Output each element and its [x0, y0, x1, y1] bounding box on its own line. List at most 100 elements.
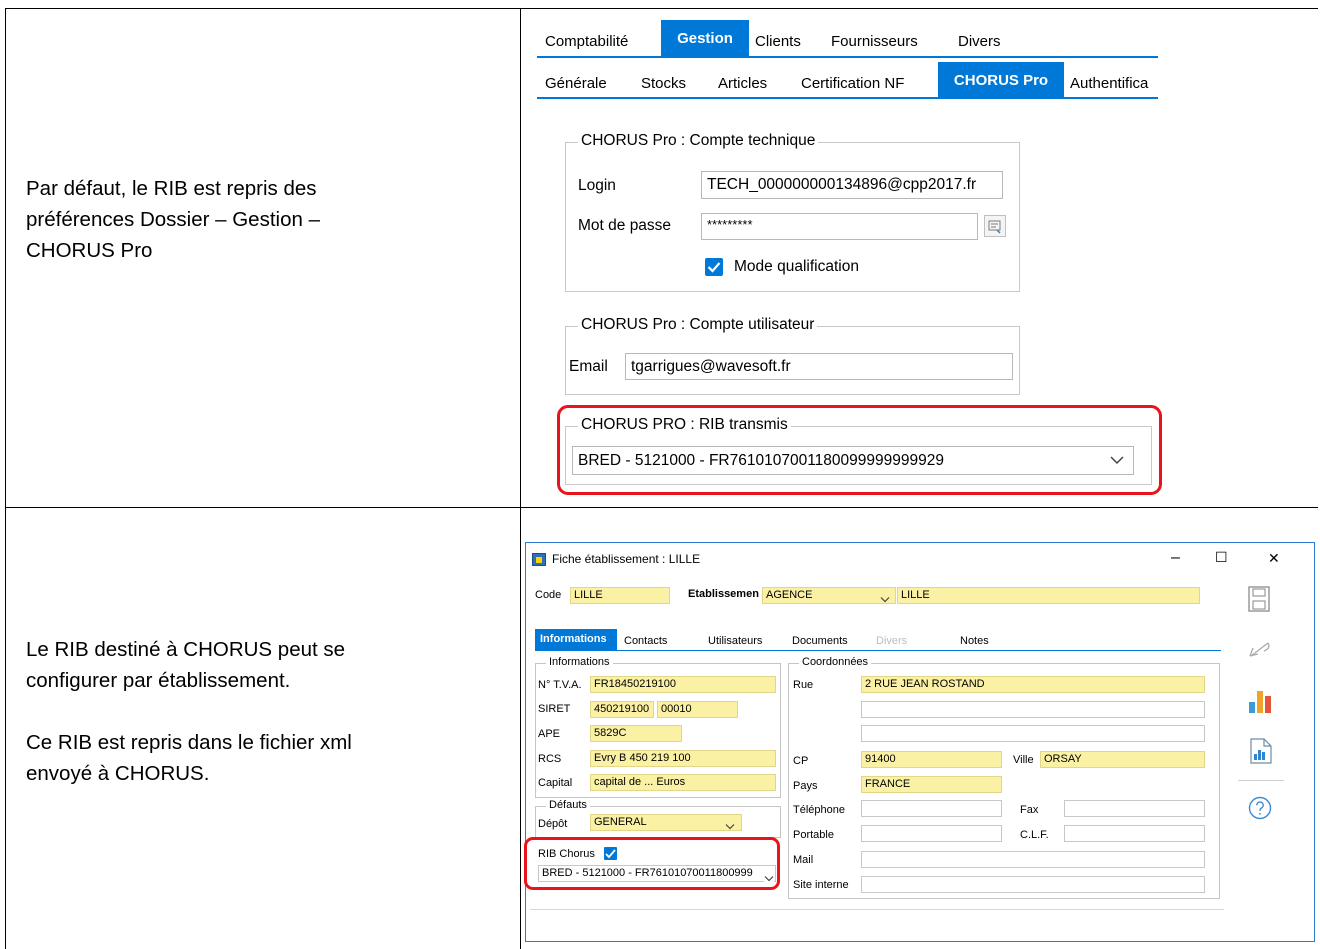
code-field[interactable]: LILLE — [570, 587, 670, 604]
minimize-button[interactable]: – — [1171, 549, 1180, 567]
capital-field[interactable]: capital de ... Euros — [590, 774, 776, 791]
window-title: Fiche établissement : LILLE — [552, 552, 701, 566]
coordonnees-title: Coordonnées — [799, 656, 872, 668]
row2-line-4: envoyé à CHORUS. — [26, 762, 210, 785]
ville-label: Ville — [1013, 754, 1034, 766]
password-label: Mot de passe — [578, 217, 672, 234]
ape-field[interactable]: 5829C — [590, 725, 682, 742]
etablissement-name-field[interactable]: LILLE — [897, 587, 1200, 604]
siret-field-2[interactable]: 00010 — [657, 701, 738, 718]
site-interne-field[interactable] — [861, 876, 1205, 893]
report-button[interactable] — [1250, 738, 1272, 769]
tab-certification-nf[interactable]: Certification NF — [801, 75, 904, 92]
rue-field-1[interactable]: 2 RUE JEAN ROSTAND — [861, 676, 1205, 693]
save-icon — [1248, 586, 1270, 612]
qualification-label: Mode qualification — [734, 258, 859, 275]
cp-field[interactable]: 91400 — [861, 751, 1002, 768]
rue-label: Rue — [793, 679, 814, 691]
email-field[interactable]: tgarrigues@wavesoft.fr — [625, 353, 1013, 380]
tab-informations[interactable]: Informations — [535, 629, 617, 651]
tab-gestion[interactable]: Gestion — [661, 20, 749, 56]
row1-line-3: CHORUS Pro — [26, 239, 153, 262]
fax-field[interactable] — [1064, 800, 1205, 817]
help-button[interactable] — [1248, 796, 1272, 825]
ape-label: APE — [538, 728, 561, 740]
tab-chorus-pro[interactable]: CHORUS Pro — [938, 62, 1064, 98]
clf-label: C.L.F. — [1020, 829, 1049, 841]
portable-field[interactable] — [861, 825, 1002, 842]
save-button[interactable] — [1248, 586, 1270, 617]
row1-line-2: préférences Dossier – Gestion – — [26, 208, 320, 231]
tab-generale[interactable]: Générale — [545, 75, 607, 92]
tab-divers[interactable]: Divers — [958, 33, 1001, 50]
email-label: Email — [569, 358, 608, 375]
row2-description: Le RIB destiné à CHORUS peut se configur… — [26, 634, 352, 789]
tab-articles[interactable]: Articles — [718, 75, 767, 92]
depot-label: Dépôt — [538, 818, 568, 830]
tab-authentification[interactable]: Authentifica — [1070, 75, 1148, 92]
password-reveal-button[interactable] — [984, 215, 1006, 237]
row2-spacer — [26, 696, 352, 727]
tva-field[interactable]: FR18450219100 — [590, 676, 776, 693]
pays-field[interactable]: FRANCE — [861, 776, 1002, 793]
siret-field-1[interactable]: 450219100 — [590, 701, 654, 718]
tab-contacts[interactable]: Contacts — [624, 635, 667, 647]
close-button[interactable]: ✕ — [1268, 550, 1280, 567]
establishment-window: Fiche établissement : LILLE – ☐ ✕ Code L… — [524, 542, 1315, 942]
maximize-button[interactable]: ☐ — [1215, 549, 1228, 566]
app-icon — [532, 553, 546, 566]
table-column-divider — [520, 8, 521, 949]
informations-title: Informations — [546, 656, 613, 668]
cp-label: CP — [793, 755, 809, 767]
user-account-title: CHORUS Pro : Compte utilisateur — [578, 316, 818, 334]
tab-notes[interactable]: Notes — [960, 635, 989, 647]
pays-label: Pays — [793, 780, 818, 792]
row1-line-1: Par défaut, le RIB est repris des — [26, 177, 317, 200]
table-border-top — [5, 8, 1318, 9]
tab-documents[interactable]: Documents — [792, 635, 848, 647]
row2-line-1: Le RIB destiné à CHORUS peut se — [26, 638, 346, 661]
depot-select[interactable]: GENERAL — [590, 814, 742, 831]
bar-chart-icon — [1249, 691, 1271, 713]
chart-button[interactable] — [1248, 688, 1272, 719]
tab-stocks[interactable]: Stocks — [641, 75, 686, 92]
etablissement-select[interactable]: AGENCE — [762, 587, 896, 604]
rue-field-3[interactable] — [861, 725, 1205, 742]
mail-label: Mail — [793, 854, 814, 866]
clf-field[interactable] — [1064, 825, 1205, 842]
rib-chorus-highlight-ring — [524, 837, 780, 890]
tab-fournisseurs[interactable]: Fournisseurs — [831, 33, 918, 50]
code-label: Code — [535, 589, 562, 601]
check-icon — [707, 262, 721, 273]
row2-line-3: Ce RIB est repris dans le fichier xml — [26, 731, 352, 754]
tab-comptabilite[interactable]: Comptabilité — [545, 33, 628, 50]
password-field[interactable]: ********* — [701, 213, 978, 240]
tab-clients[interactable]: Clients — [755, 33, 801, 50]
row1-description: Par défaut, le RIB est repris des préfér… — [26, 173, 320, 266]
login-label: Login — [578, 177, 616, 194]
depot-chevron-icon[interactable] — [725, 818, 735, 836]
sub-tab-row: Générale Stocks Articles Certification N… — [537, 62, 1158, 100]
tab-divers[interactable]: Divers — [876, 635, 907, 647]
rue-field-2[interactable] — [861, 701, 1205, 718]
undo-icon — [1249, 642, 1270, 657]
table-border-left — [5, 8, 6, 949]
ville-field[interactable]: ORSAY — [1040, 751, 1205, 768]
login-field[interactable]: TECH_000000000134896@cpp2017.fr — [701, 171, 1003, 199]
siret-label: SIRET — [538, 703, 571, 715]
mail-field[interactable] — [861, 851, 1205, 868]
row2-line-2: configurer par établissement. — [26, 669, 291, 692]
help-icon — [1248, 796, 1272, 820]
site-interne-label: Site interne — [793, 879, 849, 891]
telephone-field[interactable] — [861, 800, 1002, 817]
fax-label: Fax — [1020, 804, 1039, 816]
rcs-label: RCS — [538, 753, 562, 765]
etablissement-chevron-icon[interactable] — [880, 591, 890, 609]
qualification-checkbox[interactable] — [705, 258, 723, 276]
rcs-field[interactable]: Evry B 450 219 100 — [590, 750, 776, 767]
undo-button[interactable] — [1248, 640, 1270, 663]
portable-label: Portable — [793, 829, 834, 841]
window-bottom-separator — [530, 909, 1224, 910]
edit-icon — [988, 220, 1001, 234]
tab-utilisateurs[interactable]: Utilisateurs — [708, 635, 762, 647]
